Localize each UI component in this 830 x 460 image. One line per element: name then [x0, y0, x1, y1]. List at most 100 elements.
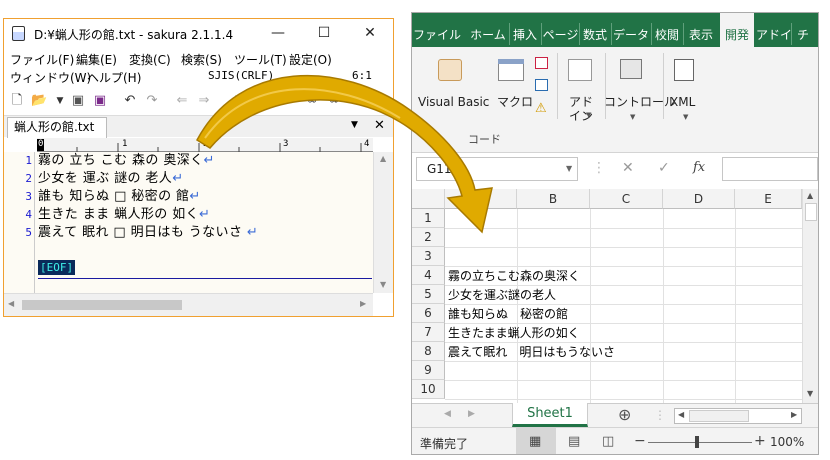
- horizontal-scrollbar[interactable]: ◀ ▶: [674, 408, 802, 424]
- new-file-icon[interactable]: 🗋: [9, 93, 25, 109]
- sakura-titlebar[interactable]: D:¥蝋人形の館.txt - sakura 2.1.1.4 — ☐ ✕: [4, 19, 393, 48]
- page-layout-icon[interactable]: ▤: [568, 434, 580, 449]
- enter-icon[interactable]: ✓: [658, 160, 670, 176]
- back-icon[interactable]: ⇐: [174, 93, 190, 109]
- replace-icon[interactable]: ✎: [350, 93, 366, 109]
- scroll-up-icon[interactable]: ▲: [807, 191, 813, 200]
- control-button[interactable]: コントロール: [604, 95, 676, 110]
- chevron-down-icon[interactable]: ▼: [566, 164, 572, 173]
- tab-file[interactable]: ファイル: [412, 13, 462, 47]
- scroll-left-icon[interactable]: ◀: [8, 299, 14, 308]
- scroll-thumb[interactable]: [22, 300, 182, 310]
- select-all-corner[interactable]: [412, 189, 445, 209]
- save-all-icon[interactable]: ▣: [92, 93, 108, 109]
- search-next-icon[interactable]: ∞: [304, 93, 320, 109]
- row-header[interactable]: 9: [412, 361, 445, 380]
- tab-close-button[interactable]: ✕: [374, 118, 385, 133]
- zoom-slider-thumb[interactable]: [695, 436, 699, 448]
- text-area[interactable]: 1 霧の 立ち こむ 森の 奥深く↵ 2 少女を 運ぶ 謎の 老人↵ 3 誰も …: [4, 152, 373, 293]
- horizontal-scrollbar[interactable]: ◀ ▶: [4, 293, 373, 316]
- tab-file[interactable]: 蝋人形の館.txt: [7, 117, 107, 138]
- visual-basic-button[interactable]: Visual Basic: [418, 95, 489, 110]
- zoom-out-icon[interactable]: −: [634, 433, 646, 449]
- open-folder-icon[interactable]: 📂: [31, 93, 47, 109]
- add-sheet-button[interactable]: ⊕: [618, 405, 631, 424]
- search-icon[interactable]: ∞: [280, 93, 296, 109]
- menu-tools[interactable]: ツール(T): [234, 51, 287, 68]
- menu-window[interactable]: ウィンドウ(W): [10, 69, 91, 86]
- row-header[interactable]: 2: [412, 228, 445, 247]
- addin-button[interactable]: アドイン: [565, 95, 597, 123]
- scroll-right-icon[interactable]: ▶: [360, 299, 366, 308]
- sheet-next-icon[interactable]: ▶: [468, 409, 475, 419]
- scroll-down-icon[interactable]: ▼: [807, 389, 813, 398]
- cell-a7[interactable]: 生きたまま蝋人形の如く: [448, 324, 580, 343]
- macro-security-icon[interactable]: ⚠: [535, 101, 547, 116]
- vertical-scrollbar[interactable]: ▲ ▼: [373, 152, 393, 293]
- menu-settings[interactable]: 設定(O): [289, 51, 332, 68]
- tab-home[interactable]: ホーム: [467, 13, 509, 47]
- search-prev-icon[interactable]: ∞: [326, 93, 342, 109]
- name-box[interactable]: G11: [416, 157, 578, 181]
- tab-developer[interactable]: 開発: [720, 13, 754, 47]
- scroll-thumb[interactable]: [805, 203, 817, 221]
- save-icon[interactable]: ▣: [70, 93, 86, 109]
- menu-edit[interactable]: 編集(E): [76, 51, 117, 68]
- grep-icon[interactable]: ✦: [372, 93, 388, 109]
- sheet-tab[interactable]: Sheet1: [512, 403, 588, 427]
- row-header[interactable]: 4: [412, 266, 445, 285]
- row-header[interactable]: 1: [412, 209, 445, 228]
- scroll-thumb[interactable]: [689, 410, 749, 422]
- sheet-prev-icon[interactable]: ◀: [444, 409, 451, 419]
- row-header[interactable]: 6: [412, 304, 445, 323]
- record-macro-icon[interactable]: [535, 57, 548, 69]
- column-header-a[interactable]: [445, 189, 517, 209]
- undo-icon[interactable]: ↶: [122, 93, 138, 109]
- menu-search[interactable]: 検索(S): [181, 51, 222, 68]
- zoom-in-icon[interactable]: +: [754, 433, 766, 449]
- menu-convert[interactable]: 変換(C): [129, 51, 171, 68]
- tab-review[interactable]: 校閲: [652, 13, 682, 47]
- column-header[interactable]: B: [517, 189, 590, 209]
- tab-formulas[interactable]: 数式: [580, 13, 610, 47]
- row-header[interactable]: 7: [412, 323, 445, 342]
- scroll-left-icon[interactable]: ◀: [678, 410, 684, 419]
- scroll-down-icon[interactable]: ▼: [380, 280, 386, 289]
- menu-help[interactable]: ヘルプ(H): [87, 69, 141, 86]
- row-header[interactable]: 8: [412, 342, 445, 361]
- macro-button[interactable]: マクロ: [497, 95, 533, 110]
- tab-team[interactable]: チ: [793, 13, 813, 47]
- cell-a4[interactable]: 霧の立ちこむ森の奥深く: [448, 267, 580, 286]
- maximize-button[interactable]: ☐: [301, 19, 347, 48]
- menu-file[interactable]: ファイル(F): [10, 51, 74, 68]
- column-header[interactable]: E: [735, 189, 802, 209]
- tab-insert[interactable]: 挿入: [510, 13, 540, 47]
- forward-icon[interactable]: ⇒: [196, 93, 212, 109]
- relative-ref-icon[interactable]: [535, 79, 548, 91]
- row-header[interactable]: 10: [412, 380, 445, 399]
- cell-a5[interactable]: 少女を運ぶ謎の老人: [448, 286, 556, 305]
- function-icon[interactable]: fx: [693, 160, 705, 175]
- chevron-down-icon[interactable]: ▼: [52, 93, 68, 109]
- vertical-scrollbar[interactable]: ▲ ▼: [802, 189, 818, 403]
- cell-a8[interactable]: 震えて眠れ 明日はもうないさ: [448, 343, 615, 362]
- column-header[interactable]: C: [590, 189, 663, 209]
- row-header[interactable]: 3: [412, 247, 445, 266]
- column-header[interactable]: D: [663, 189, 735, 209]
- tab-addins[interactable]: アドイ: [756, 13, 792, 47]
- cell-a6[interactable]: 誰も知らぬ 秘密の館: [448, 305, 568, 324]
- normal-view-button[interactable]: ▦: [516, 428, 556, 454]
- worksheet-grid[interactable]: B C D E 1 2 3 4 5 6 7 8 9 10 霧の立ちこむ森の奥深く…: [412, 189, 818, 403]
- scroll-right-icon[interactable]: ▶: [791, 410, 797, 419]
- redo-icon[interactable]: ↷: [144, 93, 160, 109]
- formula-input[interactable]: [722, 157, 818, 181]
- scroll-up-icon[interactable]: ▲: [380, 154, 386, 163]
- row-header[interactable]: 5: [412, 285, 445, 304]
- jump-icon[interactable]: ■: [232, 93, 248, 109]
- tab-view[interactable]: 表示: [684, 13, 718, 47]
- tab-page[interactable]: ページ: [542, 13, 579, 47]
- minimize-button[interactable]: —: [255, 19, 301, 48]
- page-break-icon[interactable]: ◫: [602, 434, 614, 449]
- cancel-icon[interactable]: ✕: [622, 160, 634, 176]
- zoom-level[interactable]: 100%: [770, 435, 804, 449]
